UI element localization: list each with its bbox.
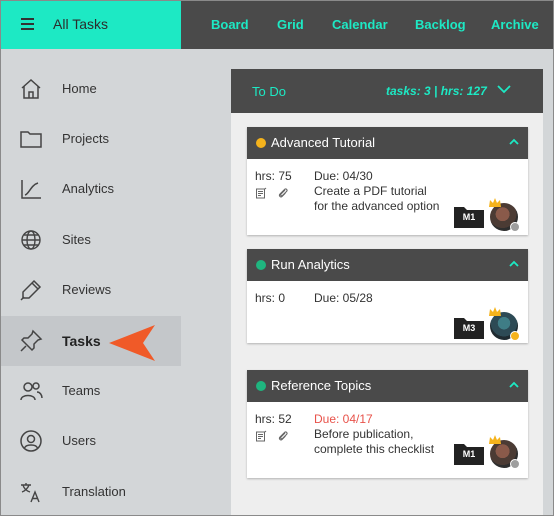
task-card[interactable]: Run Analytics hrs: 0 Due: 05/28 M3 [247,249,528,343]
pointer-arrow-icon [109,325,155,361]
notes-icon[interactable] [255,187,267,199]
sidebar-item-analytics[interactable]: Analytics [1,164,181,214]
card-due-date: Due: 04/30 [314,169,373,183]
sidebar-item-sites[interactable]: Sites [1,215,181,265]
sidebar-item-label: Analytics [62,181,115,196]
card-hours: hrs: 75 [255,169,292,183]
tab-calendar[interactable]: Calendar [332,17,388,32]
sidebar-item-users[interactable]: Users [1,416,181,466]
home-icon [21,78,41,99]
chevron-up-icon[interactable] [509,260,519,267]
sidebar-item-label: Reviews [62,282,112,297]
sidebar-item-projects[interactable]: Projects [1,114,181,164]
milestone-folder-icon: M1 [454,204,484,228]
tab-board[interactable]: Board [211,17,249,32]
crown-icon [489,435,501,444]
status-dot-icon [256,260,266,270]
milestone-folder-icon: M1 [454,441,484,465]
card-header: Advanced Tutorial [247,127,528,159]
card-description: Create a PDF tutorial for the advanced o… [314,184,440,213]
milestone-label: M1 [462,449,476,459]
status-dot-icon [256,381,266,391]
card-title[interactable]: Advanced Tutorial [271,135,375,150]
sidebar-item-label: Home [62,81,97,96]
status-badge [510,459,520,469]
column-title: To Do [252,84,286,99]
tab-archive[interactable]: Archive [491,17,539,32]
sidebar: Home Projects Analytics Sites Reviews Ta… [1,49,181,515]
card-description: Before publication, complete this checkl… [314,427,435,456]
chart-icon [21,180,41,199]
crown-icon [489,307,501,316]
milestone-label: M3 [462,323,476,333]
status-badge [510,222,520,232]
notes-icon[interactable] [255,430,267,442]
status-badge [510,331,520,341]
status-dot-icon [256,138,266,148]
milestone-folder-icon: M3 [454,315,484,339]
task-card[interactable]: Advanced Tutorial hrs: 75 Due: 04/30 Cre… [247,127,528,235]
globe-icon [21,230,41,250]
brand-area: All Tasks [1,1,181,49]
translate-icon [21,483,40,503]
chevron-up-icon[interactable] [509,138,519,145]
sidebar-item-home[interactable]: Home [1,64,181,114]
folder-icon [20,131,42,148]
card-header: Reference Topics [247,370,528,402]
pen-icon [20,279,42,301]
sidebar-item-label: Translation [62,484,126,499]
card-title[interactable]: Reference Topics [271,378,371,393]
card-due-date: Due: 04/17 [314,412,373,426]
app-title: All Tasks [53,16,108,32]
crown-icon [489,198,501,207]
tab-backlog[interactable]: Backlog [415,17,466,32]
top-bar: All Tasks Board Grid Calendar Backlog Ar… [1,1,553,49]
column-header: To Do tasks: 3 | hrs: 127 [231,69,543,113]
card-due-date: Due: 05/28 [314,291,373,305]
card-hours: hrs: 52 [255,412,292,426]
sidebar-item-label: Tasks [62,333,101,349]
sidebar-item-label: Teams [62,383,101,398]
attachment-icon[interactable] [277,187,289,199]
sidebar-item-label: Projects [62,131,109,146]
milestone-label: M1 [462,212,476,222]
sidebar-item-translation[interactable]: Translation [1,467,181,515]
sidebar-item-teams[interactable]: Teams [1,366,181,416]
chevron-up-icon[interactable] [509,381,519,388]
task-card[interactable]: Reference Topics hrs: 52 Due: 04/17 Befo… [247,370,528,478]
sidebar-item-reviews[interactable]: Reviews [1,265,181,315]
column-stats: tasks: 3 | hrs: 127 [386,84,487,98]
user-icon [20,430,42,452]
card-title[interactable]: Run Analytics [271,257,350,272]
sidebar-item-label: Users [62,433,96,448]
card-header: Run Analytics [247,249,528,281]
pin-icon [20,329,43,352]
card-hours: hrs: 0 [255,291,286,305]
board-column-todo: To Do tasks: 3 | hrs: 127 Advanced Tutor… [231,69,543,515]
tab-grid[interactable]: Grid [277,17,304,32]
hamburger-menu-icon[interactable] [21,18,34,30]
people-icon [20,382,43,401]
app-window: All Tasks Board Grid Calendar Backlog Ar… [0,0,554,516]
attachment-icon[interactable] [277,430,289,442]
chevron-down-icon[interactable] [497,85,511,94]
sidebar-item-label: Sites [62,232,91,247]
